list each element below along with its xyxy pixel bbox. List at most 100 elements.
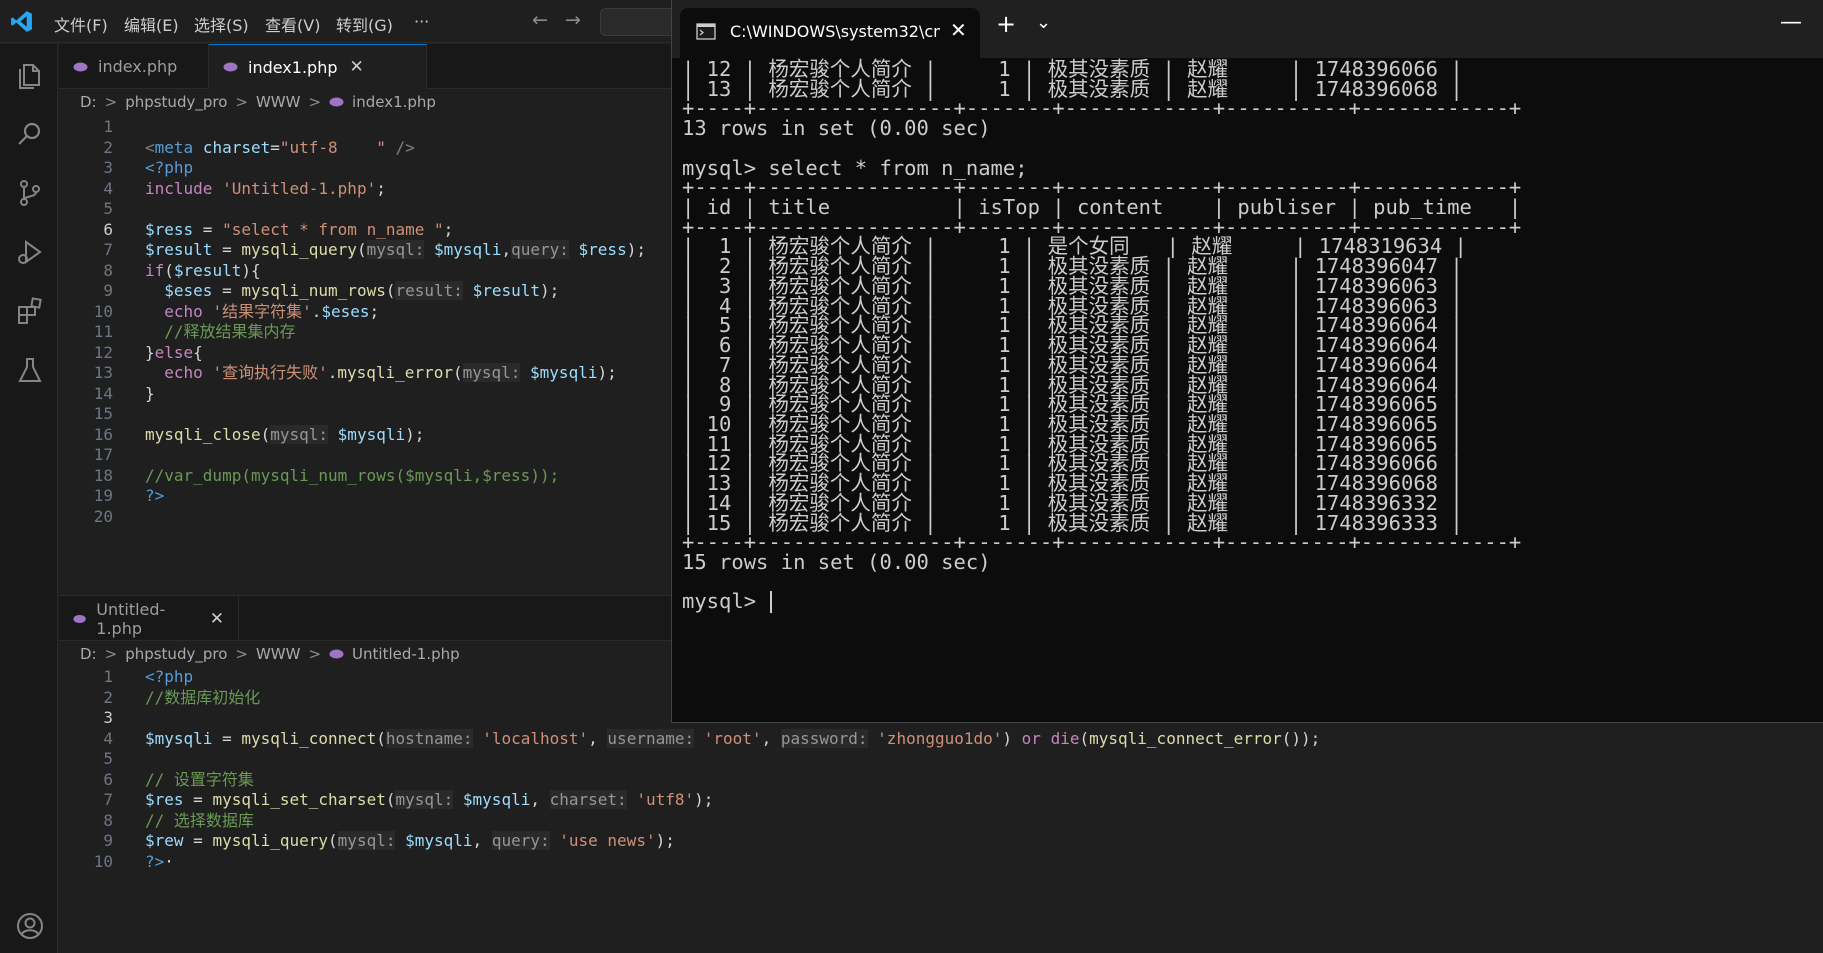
cmd-window: C:\WINDOWS\system32\cmd.exe ✕ + ⌄ — | 12… <box>671 0 1823 723</box>
code-token: . <box>327 363 338 382</box>
tab-label: index1.php <box>248 57 338 77</box>
code-token: $res <box>145 790 184 809</box>
code-token: mysqli_num_rows <box>241 281 386 300</box>
code-token: ); <box>626 240 646 259</box>
extensions-icon[interactable] <box>14 295 46 327</box>
source-control-icon[interactable] <box>14 177 46 209</box>
code-token: mysql: <box>366 240 425 259</box>
php-file-icon <box>223 62 238 72</box>
code-token: // 设置字符集 <box>145 769 254 789</box>
code-token: $ress <box>578 240 627 259</box>
tab-index-php[interactable]: index.php <box>59 44 209 89</box>
code-line[interactable]: 10 ?>· <box>59 850 1823 874</box>
cmd-output[interactable]: | 12 | 杨宏骏个人简介 | 1 | 极其没素质 | 赵耀 | 174839… <box>682 58 1822 722</box>
code-token: < <box>145 137 155 157</box>
chevron-right-icon: > <box>308 93 322 111</box>
chevron-down-icon[interactable]: ⌄ <box>1036 12 1051 33</box>
testing-icon[interactable] <box>14 354 46 386</box>
menu-edit[interactable]: 编辑(E) <box>124 12 179 36</box>
code-token: $result <box>145 240 213 259</box>
files-icon[interactable] <box>14 59 46 91</box>
chevron-right-icon: > <box>104 645 118 663</box>
code-token: = <box>183 831 213 850</box>
cmd-tab[interactable]: C:\WINDOWS\system32\cmd.exe ✕ <box>680 8 980 58</box>
code-token: '查询执行失败' <box>212 363 328 382</box>
tab-untitled-1-php[interactable]: Untitled-1.php ✕ <box>59 596 239 641</box>
code-token: ( <box>328 831 338 850</box>
new-tab-button[interactable]: + <box>996 10 1016 38</box>
code-token: · <box>164 851 174 871</box>
code-token: ( <box>376 728 386 748</box>
menu-goto[interactable]: 转到(G) <box>336 12 393 36</box>
breadcrumb-folder[interactable]: phpstudy_pro <box>125 645 227 663</box>
code-token: mysql: <box>395 790 454 809</box>
line-number: 10 <box>93 851 113 871</box>
tab-label: Untitled-1.php <box>96 599 166 638</box>
close-icon[interactable]: ✕ <box>350 57 364 77</box>
forward-arrow-icon[interactable]: → <box>565 9 581 31</box>
close-icon[interactable]: ✕ <box>950 18 967 42</box>
code-token: mysql: <box>462 363 521 382</box>
editor-top-tabbar: index.php index1.php ✕ <box>59 44 679 89</box>
php-file-icon <box>73 614 86 623</box>
code-token: ?> <box>145 486 165 505</box>
breadcrumb-folder[interactable]: WWW <box>256 93 301 111</box>
code-token: query: <box>511 240 569 259</box>
code-token: username: <box>607 728 695 748</box>
code-token: include <box>145 178 213 198</box>
search-icon[interactable] <box>14 118 46 150</box>
minimize-button[interactable]: — <box>1780 10 1802 35</box>
code-token: = <box>212 240 242 259</box>
vscode-logo-icon[interactable] <box>9 9 34 34</box>
code-token: mysql: <box>337 831 396 850</box>
code-token: ); <box>597 363 617 382</box>
tab-index1-php[interactable]: index1.php ✕ <box>209 44 427 89</box>
code-token: mysqli_connect <box>241 728 377 748</box>
menu-selection[interactable]: 选择(S) <box>194 12 249 36</box>
terminal-line: mysql> <box>682 589 773 614</box>
menu-view[interactable]: 查看(V) <box>265 12 320 36</box>
php-file-icon <box>329 97 344 107</box>
breadcrumb-file[interactable]: Untitled-1.php <box>352 645 460 663</box>
breadcrumb-drive[interactable]: D: <box>80 93 97 111</box>
code-token: //数据库初始化 <box>145 687 261 707</box>
code-token: ; <box>443 219 454 239</box>
breadcrumb-file[interactable]: index1.php <box>352 93 436 111</box>
tab-label: index.php <box>98 57 178 76</box>
code-token: ); <box>540 281 560 300</box>
code-token: else <box>154 342 194 362</box>
breadcrumb-folder[interactable]: WWW <box>256 645 301 663</box>
close-icon[interactable]: ✕ <box>210 609 224 629</box>
code-token: <?php <box>145 158 194 177</box>
terminal-text: mysql> <box>682 589 769 614</box>
code-token: ?> <box>145 851 165 871</box>
chevron-right-icon: > <box>235 645 248 663</box>
menu-file[interactable]: 文件(F) <box>54 12 108 36</box>
run-debug-icon[interactable] <box>14 236 46 268</box>
code-token: , <box>501 240 512 259</box>
terminal-cursor <box>770 591 773 614</box>
code-token: ( <box>164 260 174 280</box>
code-token: $mysqli <box>434 240 502 259</box>
code-token: ()); <box>1281 728 1321 748</box>
breadcrumb-drive[interactable]: D: <box>80 645 97 663</box>
breadcrumb-folder[interactable]: phpstudy_pro <box>125 93 227 111</box>
menu-more[interactable]: ··· <box>414 12 429 31</box>
account-icon[interactable] <box>14 910 46 942</box>
back-arrow-icon[interactable]: ← <box>532 9 548 31</box>
code-token: /> <box>395 137 415 157</box>
